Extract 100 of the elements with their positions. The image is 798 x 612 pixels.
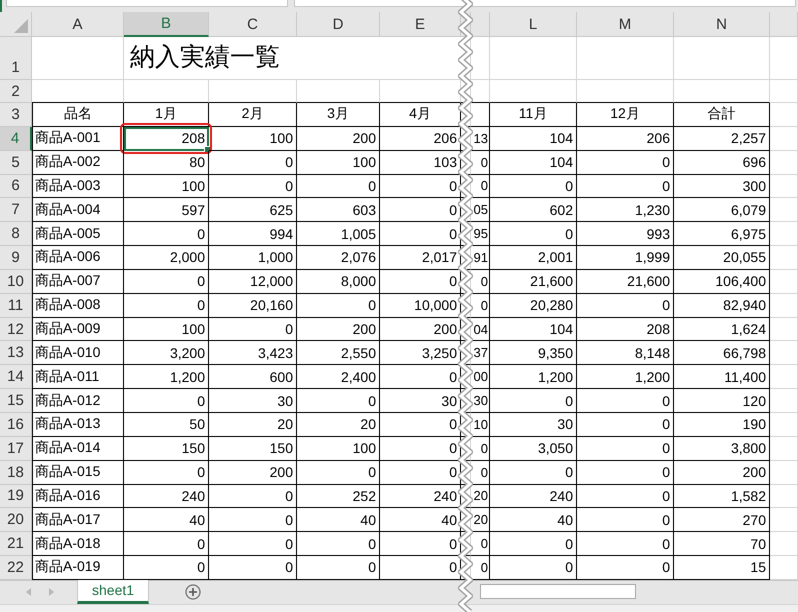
table-cell: 商品A-013 (32, 412, 124, 437)
empty-cell (770, 365, 798, 390)
sheet-tab[interactable]: sheet1 (77, 580, 150, 604)
table-cell: 40 (124, 508, 209, 532)
column-header[interactable]: A (32, 12, 124, 37)
table-cell: 05 (471, 198, 490, 222)
table-cell: 1,230 (577, 198, 674, 222)
name-box[interactable] (6, 0, 288, 7)
table-cell: 200 (380, 318, 461, 342)
table-cell: 3,423 (209, 341, 297, 366)
table-cell: 0 (577, 436, 674, 461)
add-sheet-icon[interactable] (185, 584, 202, 600)
empty-cell (770, 126, 798, 151)
formula-bar[interactable] (294, 0, 796, 7)
column-label: 4月 (380, 103, 461, 127)
horizontal-scrollbar[interactable] (480, 584, 636, 599)
selected-cell[interactable]: 208 (124, 126, 209, 151)
table-cell: 0 (471, 270, 490, 294)
column-label: 11月 (490, 103, 577, 127)
column-header[interactable]: E (380, 12, 461, 37)
empty-cell (461, 412, 471, 437)
table-cell: 37 (471, 341, 490, 366)
table-cell: 商品A-010 (32, 341, 124, 366)
row-header[interactable]: 3 (0, 103, 32, 127)
table-cell: 商品A-002 (32, 150, 124, 175)
table-cell: 0 (577, 484, 674, 508)
table-cell: 696 (674, 150, 770, 175)
scroll-right-icon[interactable] (49, 588, 54, 596)
row-header[interactable]: 15 (0, 389, 32, 413)
table-cell: 0 (577, 532, 674, 556)
row-header[interactable]: 4 (0, 126, 32, 151)
empty-cell (770, 294, 798, 318)
table-cell: 商品A-005 (32, 222, 124, 246)
table-cell: 100 (297, 150, 380, 175)
row-header[interactable]: 20 (0, 508, 32, 532)
row-header[interactable]: 14 (0, 365, 32, 390)
table-cell: 商品A-008 (32, 294, 124, 318)
empty-cell (770, 103, 798, 127)
table-cell: 商品A-017 (32, 508, 124, 532)
column-header[interactable]: L (490, 12, 577, 37)
column-header[interactable]: N (674, 12, 770, 37)
table-cell: 0 (380, 365, 461, 390)
table-cell: 104 (490, 150, 577, 175)
row-header[interactable]: 9 (0, 246, 32, 270)
row-header[interactable]: 6 (0, 174, 32, 198)
table-cell: 66,798 (674, 341, 770, 366)
row-header[interactable]: 1 (0, 37, 32, 80)
row-header[interactable]: 5 (0, 150, 32, 175)
empty-cell (471, 80, 490, 103)
row-header[interactable]: 22 (0, 556, 32, 580)
table-cell: 1,582 (674, 484, 770, 508)
row-header[interactable]: 16 (0, 412, 32, 437)
row-header[interactable]: 11 (0, 294, 32, 318)
empty-cell (471, 103, 490, 127)
row-header[interactable]: 18 (0, 460, 32, 484)
table-cell: 商品A-016 (32, 484, 124, 508)
table-cell: 994 (209, 222, 297, 246)
row-header[interactable]: 8 (0, 222, 32, 246)
table-cell: 240 (490, 484, 577, 508)
row-header[interactable]: 12 (0, 318, 32, 342)
table-cell: 1,200 (577, 365, 674, 390)
table-cell: 20,160 (209, 294, 297, 318)
row-header[interactable]: 2 (0, 80, 32, 103)
table-cell: 0 (471, 294, 490, 318)
table-cell: 商品A-007 (32, 270, 124, 294)
select-all-icon[interactable] (14, 19, 28, 33)
table-cell: 商品A-001 (32, 126, 124, 151)
empty-cell (770, 436, 798, 461)
column-header[interactable]: C (209, 12, 297, 37)
column-header[interactable]: D (297, 12, 380, 37)
row-header[interactable]: 13 (0, 341, 32, 366)
table-cell: 2,001 (490, 246, 577, 270)
table-cell: 6,079 (674, 198, 770, 222)
table-cell: 600 (209, 365, 297, 390)
table-cell: 597 (124, 198, 209, 222)
table-cell: 0 (209, 174, 297, 198)
table-cell: 30 (471, 389, 490, 413)
empty-cell (461, 126, 471, 151)
table-cell: 0 (380, 198, 461, 222)
table-cell: 50 (124, 412, 209, 437)
scroll-left-icon[interactable] (26, 588, 31, 596)
table-cell: 商品A-012 (32, 389, 124, 413)
row-header[interactable]: 17 (0, 436, 32, 461)
table-cell: 20 (471, 484, 490, 508)
column-header[interactable]: M (577, 12, 674, 37)
table-cell: 120 (674, 389, 770, 413)
table-cell: 200 (674, 460, 770, 484)
table-cell: 6,975 (674, 222, 770, 246)
table-cell: 270 (674, 508, 770, 532)
table-cell: 0 (380, 460, 461, 484)
table-cell: 206 (577, 126, 674, 151)
table-cell: 70 (674, 532, 770, 556)
row-header[interactable]: 21 (0, 532, 32, 556)
table-cell: 200 (297, 126, 380, 151)
table-cell: 2,000 (124, 246, 209, 270)
row-header[interactable]: 19 (0, 484, 32, 508)
row-header[interactable]: 10 (0, 270, 32, 294)
column-header[interactable]: B (124, 12, 209, 37)
row-header[interactable]: 7 (0, 198, 32, 222)
table-cell: 20 (471, 508, 490, 532)
